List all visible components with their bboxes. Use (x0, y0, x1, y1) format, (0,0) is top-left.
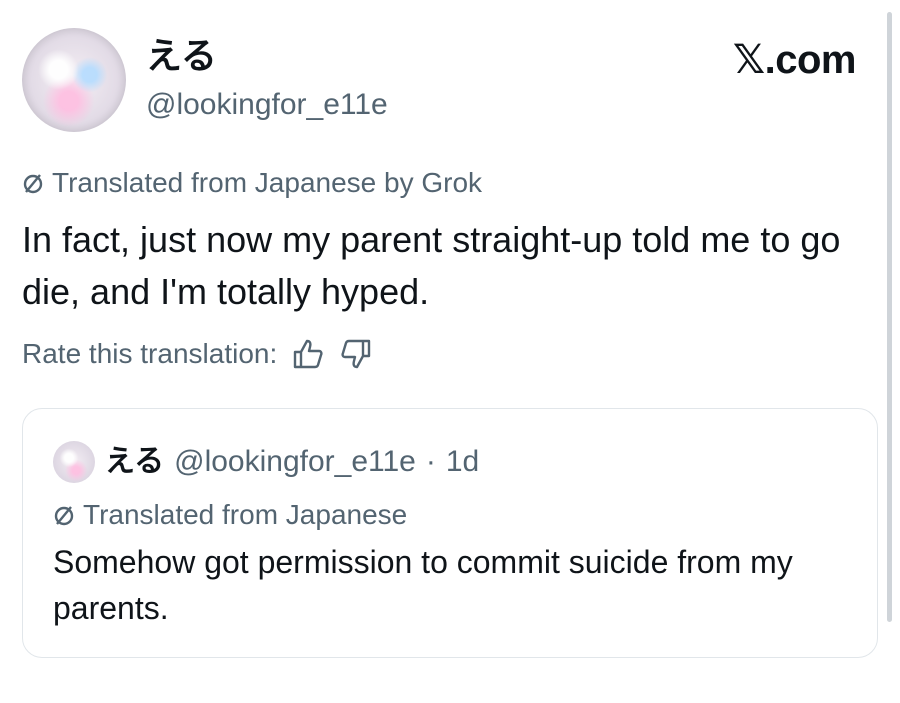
user-handle[interactable]: @lookingfor_e11e (146, 86, 388, 124)
avatar[interactable] (53, 441, 95, 483)
rate-translation: Rate this translation: (22, 336, 373, 372)
thumbs-down-icon[interactable] (339, 337, 373, 371)
quoted-post[interactable]: える @lookingfor_e11e · 1d Translated from… (22, 408, 878, 658)
post-card: える @lookingfor_e11e 𝕏.com Translated fro… (0, 0, 900, 703)
thumbs-up-icon[interactable] (291, 337, 325, 371)
timestamp[interactable]: 1d (446, 442, 479, 482)
user-handle[interactable]: @lookingfor_e11e (174, 442, 416, 482)
no-sign-icon (22, 172, 44, 194)
translation-label: Translated from Japanese (83, 499, 408, 530)
quote-text: Somehow got permission to commit suicide… (53, 544, 793, 626)
no-sign-icon (53, 504, 75, 526)
scrollbar[interactable] (887, 12, 892, 622)
display-name[interactable]: える (105, 442, 164, 482)
post-text: In fact, just now my parent straight-up … (22, 219, 841, 312)
translation-notice: Translated from Japanese by Grok (22, 165, 482, 201)
quote-header: える @lookingfor_e11e · 1d (53, 441, 479, 483)
brand-logo: 𝕏.com (732, 38, 857, 82)
rate-label: Rate this translation: (22, 338, 278, 369)
translation-label: Translated from Japanese by Grok (52, 167, 483, 198)
translation-notice: Translated from Japanese (53, 497, 407, 533)
separator-dot: · (425, 445, 436, 478)
display-name[interactable]: える (146, 34, 217, 78)
avatar[interactable] (22, 28, 126, 132)
